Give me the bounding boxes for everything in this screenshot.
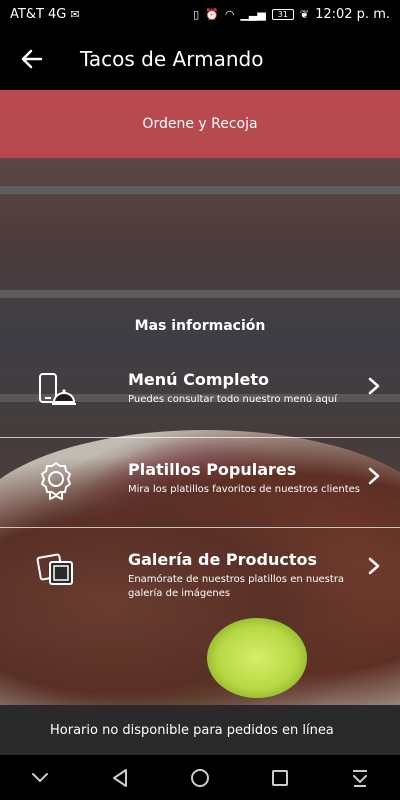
chevron-right-icon [368,467,380,485]
circle-home-icon [191,768,209,787]
leaf-icon: ❦ [299,7,310,21]
menu-item-title: Platillos Populares [128,460,297,479]
signal-icon: ▁▃▅ [240,7,266,21]
page-title: Tacos de Armando [80,47,264,71]
triangle-back-icon [113,768,127,787]
battery-icon: 31 [271,8,294,20]
award-icon [41,462,71,500]
availability-notice-text: Horario no disponible para pedidos en lí… [50,722,334,738]
system-nav-bar [0,755,400,800]
status-bar: AT&T 4G ✉ ▯ ⏰ ◠ ▁▃▅ 31 ❦ 12:02 p. m. [0,0,400,28]
menu-item-full-menu[interactable]: Menú Completo Puedes consultar todo nues… [0,348,400,438]
mail-icon: ✉ [70,7,80,21]
menu-list: Menú Completo Puedes consultar todo nues… [0,348,400,618]
menu-item-gallery[interactable]: Galería de Productos Enamórate de nuestr… [0,528,400,618]
content-area: Ordene y Recoja Mas información Menú Com… [0,90,400,705]
order-pickup-banner[interactable]: Ordene y Recoja [0,90,400,158]
nav-home-button[interactable] [180,758,220,798]
wifi-icon: ◠ [224,7,235,21]
square-recents-icon [272,769,288,786]
back-button[interactable] [0,28,64,90]
menu-item-title: Menú Completo [128,370,269,389]
notification-pull-button[interactable] [340,758,380,798]
app-bar: Tacos de Armando [0,28,400,90]
chevron-down-icon [32,772,48,782]
clock-label: 12:02 p. m. [315,6,390,22]
chevron-right-icon [368,377,380,395]
menu-item-description: Enamórate de nuestros platillos en nuest… [128,574,345,599]
carrier-label: AT&T 4G [10,6,67,22]
availability-notice: Horario no disponible para pedidos en lí… [0,705,400,755]
alarm-icon: ⏰ [205,7,219,21]
hide-nav-button[interactable] [20,758,60,798]
menu-item-title: Galería de Productos [128,550,317,569]
pull-down-icon [353,769,367,787]
status-right: ▯ ⏰ ◠ ▁▃▅ 31 ❦ 12:02 p. m. [193,7,390,22]
vibrate-icon: ▯ [193,7,200,21]
menu-item-text: Platillos Populares Mira los platillos f… [128,460,360,497]
menu-item-description: Mira los platillos favoritos de nuestros… [128,484,360,495]
lime-image [207,618,307,698]
arrow-left-icon [21,49,43,69]
menu-item-text: Menú Completo Puedes consultar todo nues… [128,370,360,407]
status-left: AT&T 4G ✉ [10,7,80,22]
menu-item-text: Galería de Productos Enamórate de nuestr… [128,550,360,601]
nav-back-button[interactable] [100,758,140,798]
phone-dish-icon [39,373,76,405]
nav-recents-button[interactable] [260,758,300,798]
gallery-icon [36,553,73,585]
order-pickup-label: Ordene y Recoja [142,116,258,132]
menu-item-popular-dishes[interactable]: Platillos Populares Mira los platillos f… [0,438,400,528]
menu-item-description: Puedes consultar todo nuestro menú aquí [128,394,338,405]
section-heading: Mas información [134,318,266,334]
chevron-right-icon [368,557,380,575]
